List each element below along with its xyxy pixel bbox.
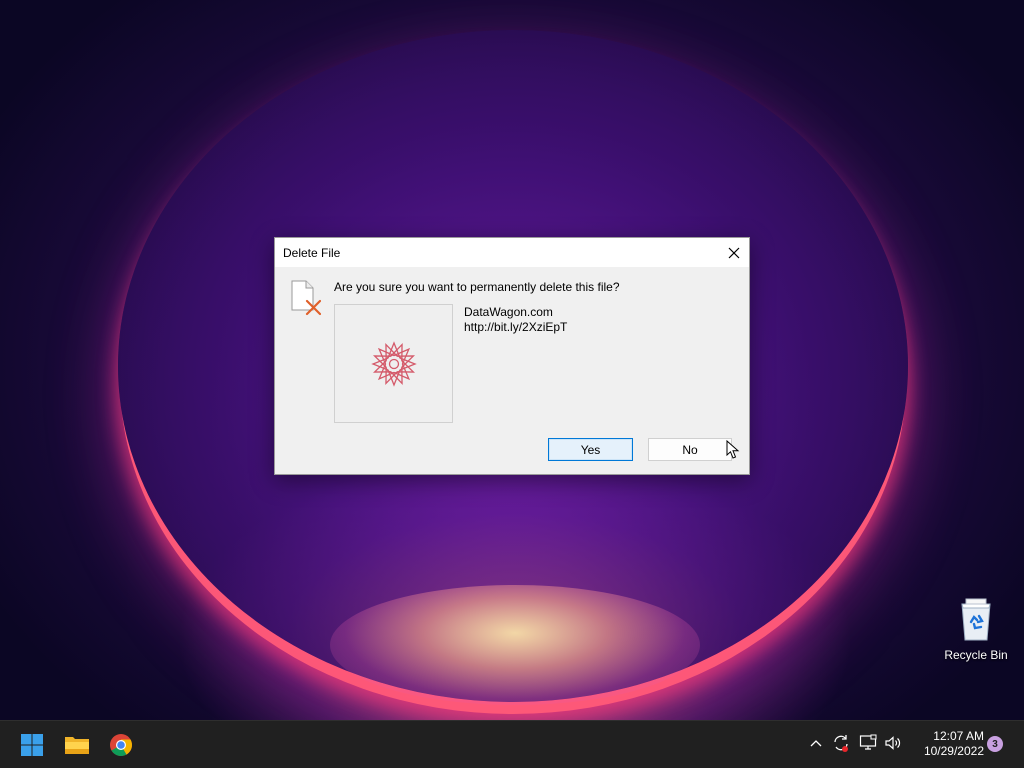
recycle-bin-shortcut[interactable]: Recycle Bin [940,594,1012,666]
confirm-question: Are you sure you want to permanently del… [334,280,620,294]
taskbar: 12:07 AM 10/29/2022 3 [0,720,1024,768]
file-delete-icon [291,280,322,316]
desktop: Recycle Bin Delete File Are you sure you… [0,0,1024,720]
delete-file-dialog: Delete File Are you sure you want to per… [274,237,750,475]
clock-time: 12:07 AM [933,729,984,743]
taskbar-clock[interactable]: 12:07 AM 10/29/2022 [912,729,984,759]
sync-icon[interactable] [832,733,850,753]
recycle-bin-icon [956,596,996,642]
start-icon [21,734,43,756]
no-button[interactable]: No [648,438,732,461]
yes-button[interactable]: Yes [548,438,633,461]
mouse-pointer-icon [726,440,740,459]
close-button[interactable] [719,238,749,267]
network-icon[interactable] [859,734,877,752]
close-icon [728,247,740,258]
wallpaper-glow [330,585,700,705]
recycle-bin-label: Recycle Bin [944,648,1008,662]
volume-icon[interactable] [884,734,902,752]
datawagon-logo [370,340,417,387]
clock-date: 10/29/2022 [923,744,984,758]
file-url: http://bit.ly/2XziEpT [464,320,568,334]
dialog-title: Delete File [283,245,341,260]
file-info: DataWagon.com http://bit.ly/2XziEpT [464,305,567,335]
file-name: DataWagon.com [464,305,553,319]
start-button[interactable] [16,729,48,761]
notification-badge[interactable]: 3 [987,736,1003,752]
file-explorer-icon [65,737,89,754]
chrome-icon [110,734,132,756]
dialog-titlebar[interactable]: Delete File [275,238,749,267]
show-hidden-icons-icon[interactable] [808,735,824,753]
file-thumbnail [334,304,453,423]
file-explorer-button[interactable] [61,729,93,761]
chrome-button[interactable] [105,729,137,761]
